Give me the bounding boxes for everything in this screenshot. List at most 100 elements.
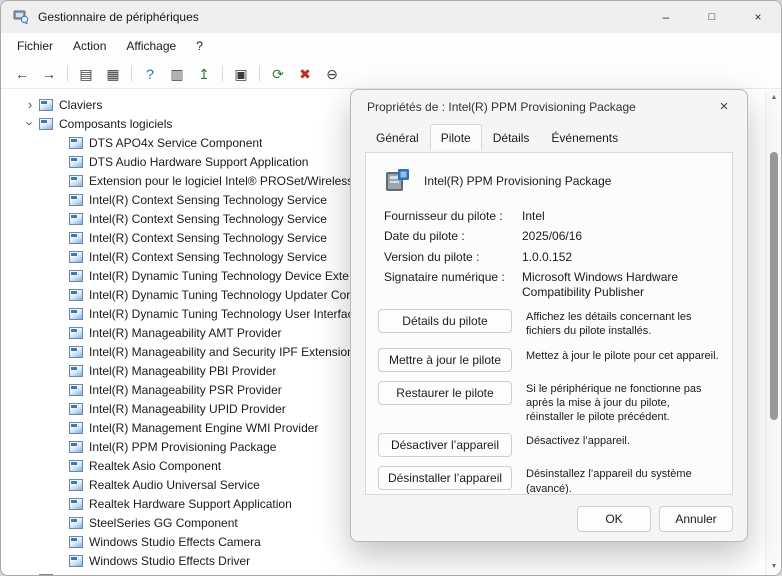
properties-dialog: Propriétés de : Intel(R) PPM Provisionin… <box>350 89 748 542</box>
computer-icon[interactable]: ▣ <box>232 67 250 81</box>
field-label: Signataire numérique : <box>384 270 522 299</box>
action-description: Désactivez l’appareil. <box>526 433 630 448</box>
disable-device-button[interactable]: Désactiver l’appareil <box>378 433 512 457</box>
chevron-icon[interactable] <box>23 97 37 112</box>
driver-field: Date du pilote : 2025/06/16 <box>384 229 720 243</box>
scroll-down-button[interactable]: ▼ <box>766 559 782 575</box>
tree-item[interactable]: Windows Studio Effects Driver <box>1 551 765 570</box>
software-component-icon <box>69 156 83 168</box>
tab-details[interactable]: Détails <box>482 124 541 150</box>
driver-action-row: Restaurer le pilote Si le périphérique n… <box>378 381 720 425</box>
back-icon[interactable]: ← <box>13 67 31 81</box>
tree-item-label: Realtek Hardware Support Application <box>89 497 292 511</box>
software-component-icon <box>69 308 83 320</box>
toolbar-separator <box>222 66 223 81</box>
list-view-icon[interactable]: ▥ <box>168 67 186 81</box>
driver-action-row: Détails du pilote Affichez les détails c… <box>378 309 720 339</box>
menu-affichage[interactable]: Affichage <box>116 35 186 57</box>
tree-item-label: SteelSeries GG Component <box>89 516 238 530</box>
action-description: Si le périphérique ne fonctionne pas apr… <box>526 381 720 425</box>
roll-back-driver-button[interactable]: Restaurer le pilote <box>378 381 512 405</box>
maximize-button[interactable]: □ <box>689 1 735 33</box>
driver-tab-panel: Intel(R) PPM Provisioning Package Fourni… <box>365 152 733 495</box>
menu-fichier[interactable]: Fichier <box>7 35 63 57</box>
menu-help[interactable]: ? <box>186 35 213 57</box>
scrollbar-thumb[interactable] <box>770 152 778 420</box>
tree-item-label: Intel(R) PPM Provisioning Package <box>89 440 276 454</box>
software-component-icon <box>69 403 83 415</box>
close-button[interactable]: × <box>735 1 781 33</box>
driver-fields: Fournisseur du pilote : Intel Date du pi… <box>378 209 720 299</box>
toolbar-separator <box>131 66 132 81</box>
software-component-icon <box>69 460 83 472</box>
tree-item-label: Windows Studio Effects Driver <box>89 554 250 568</box>
software-component-icon <box>69 346 83 358</box>
software-component-icon <box>69 365 83 377</box>
tree-item-label: Intel(R) Manageability and Security IPF … <box>89 345 360 359</box>
scroll-up-button[interactable]: ▲ <box>766 90 782 106</box>
dialog-tabs: Général Pilote Détails Événements <box>351 123 747 149</box>
tree-item-label: Realtek Audio Universal Service <box>89 478 260 492</box>
help-icon[interactable]: ? <box>141 67 159 81</box>
scan-hardware-icon[interactable]: ⟳ <box>269 67 287 81</box>
software-component-icon <box>69 270 83 282</box>
software-component-icon <box>69 479 83 491</box>
chevron-icon[interactable] <box>23 116 37 131</box>
vertical-scrollbar[interactable]: ▲ ▼ <box>765 90 781 575</box>
action-description: Désinstallez l’appareil du système (avan… <box>526 466 720 495</box>
field-value: 2025/06/16 <box>522 229 582 243</box>
field-value: 1.0.0.152 <box>522 250 572 264</box>
tree-item-label: Intel(R) Dynamic Tuning Technology User … <box>89 307 354 321</box>
tree-item-label: Intel(R) Context Sensing Technology Serv… <box>89 231 327 245</box>
driver-action-row: Désinstaller l’appareil Désinstallez l’a… <box>378 466 720 495</box>
uninstall-device-icon[interactable]: ✖ <box>296 67 314 81</box>
audio-video-game-controllers-icon <box>39 574 53 576</box>
update-driver-button[interactable]: Mettre à jour le pilote <box>378 348 512 372</box>
device-icon <box>382 166 412 196</box>
dialog-titlebar: Propriétés de : Intel(R) PPM Provisionin… <box>351 90 747 123</box>
tree-item-label: DTS Audio Hardware Support Application <box>89 155 308 169</box>
device-manager-icon <box>13 9 29 25</box>
tab-general[interactable]: Général <box>365 124 430 150</box>
menubar: Fichier Action Affichage ? <box>1 33 781 59</box>
ok-button[interactable]: OK <box>577 506 651 532</box>
update-driver-icon[interactable]: ↥ <box>195 67 213 81</box>
tree-item-label: Intel(R) Context Sensing Technology Serv… <box>89 250 327 264</box>
software-component-icon <box>69 175 83 187</box>
device-header: Intel(R) PPM Provisioning Package <box>382 166 720 196</box>
driver-field: Fournisseur du pilote : Intel <box>384 209 720 223</box>
disable-device-icon[interactable]: ⊖ <box>323 67 341 81</box>
tree-item[interactable]: Contrôleurs audio, vidéo et jeu <box>1 570 765 575</box>
driver-details-button[interactable]: Détails du pilote <box>378 309 512 333</box>
action-description: Mettez à jour le pilote pour cet apparei… <box>526 348 719 363</box>
device-name: Intel(R) PPM Provisioning Package <box>424 174 611 188</box>
console-tree-icon[interactable]: ▤ <box>77 67 95 81</box>
forward-icon[interactable]: → <box>40 67 58 81</box>
tree-item-label: Intel(R) Manageability UPID Provider <box>89 402 286 416</box>
toolbar-separator <box>259 66 260 81</box>
chevron-icon[interactable] <box>23 572 37 575</box>
driver-actions: Détails du pilote Affichez les détails c… <box>378 309 720 495</box>
tab-evenements[interactable]: Événements <box>540 124 629 150</box>
software-components-icon <box>39 118 53 130</box>
driver-action-row: Désactiver l’appareil Désactivez l’appar… <box>378 433 720 457</box>
driver-action-row: Mettre à jour le pilote Mettez à jour le… <box>378 348 720 372</box>
tree-item-label: DTS APO4x Service Component <box>89 136 262 150</box>
tree-item-label: Windows Studio Effects Camera <box>89 535 261 549</box>
field-label: Date du pilote : <box>384 229 522 243</box>
cancel-button[interactable]: Annuler <box>659 506 733 532</box>
minimize-button[interactable]: – <box>643 1 689 33</box>
menu-action[interactable]: Action <box>63 35 116 57</box>
tab-pilote[interactable]: Pilote <box>430 124 482 150</box>
properties-icon[interactable]: ▦ <box>104 67 122 81</box>
software-component-icon <box>69 194 83 206</box>
uninstall-device-button[interactable]: Désinstaller l’appareil <box>378 466 512 490</box>
dialog-close-button[interactable]: × <box>709 95 739 119</box>
software-component-icon <box>69 441 83 453</box>
tree-item-label: Intel(R) Manageability AMT Provider <box>89 326 282 340</box>
software-component-icon <box>69 289 83 301</box>
software-component-icon <box>69 422 83 434</box>
software-component-icon <box>69 213 83 225</box>
software-component-icon <box>69 384 83 396</box>
tree-item-label: Contrôleurs audio, vidéo et jeu <box>59 573 222 576</box>
